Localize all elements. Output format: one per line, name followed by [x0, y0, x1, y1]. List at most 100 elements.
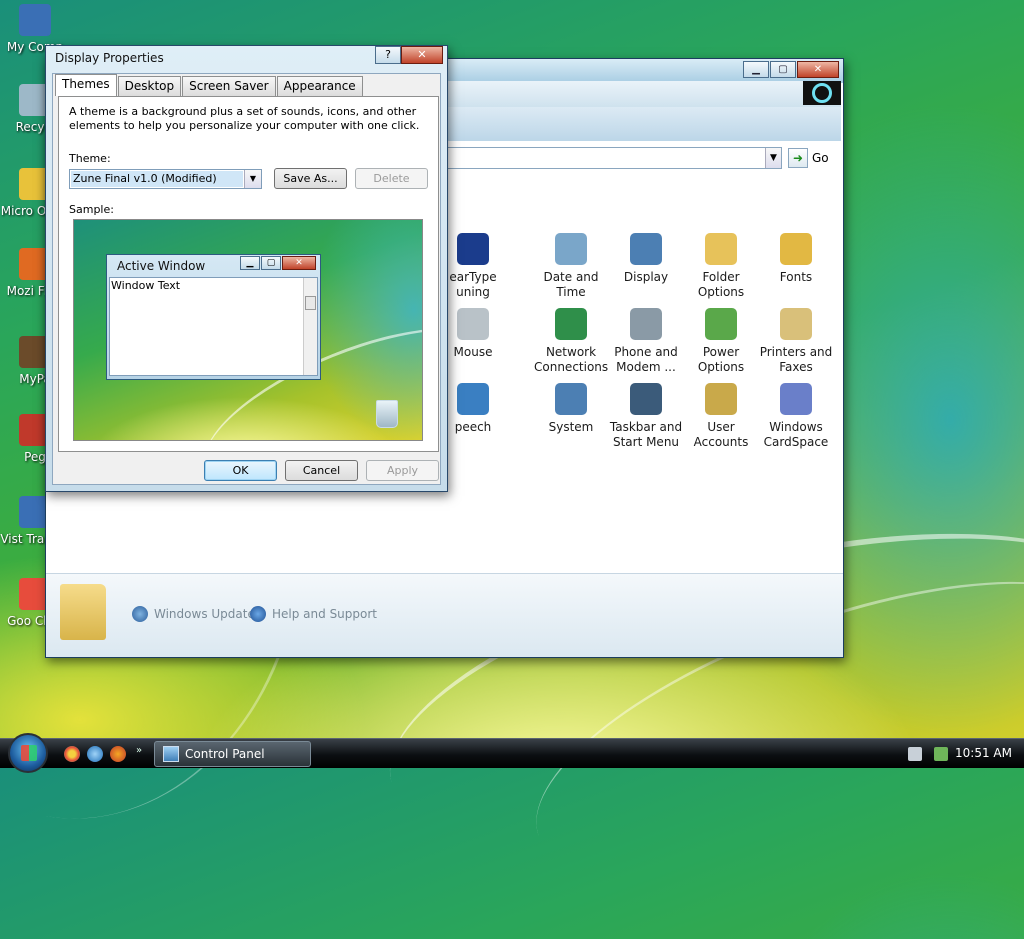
windows-update-icon [132, 606, 148, 622]
address-bar[interactable]: ▼ [446, 147, 782, 169]
network-tray-icon[interactable] [908, 747, 922, 761]
control-panel-item-label: Phone and Modem ... [614, 345, 678, 374]
help-and-support-link[interactable]: Help and Support [250, 606, 377, 622]
control-panel-item[interactable]: Windows CardSpace [759, 383, 833, 450]
preview-close-icon: ✕ [282, 256, 316, 270]
cancel-button[interactable]: Cancel [285, 460, 358, 481]
control-panel-item[interactable]: User Accounts [684, 383, 758, 450]
firefox-quicklaunch-icon[interactable] [110, 746, 126, 762]
control-panel-item[interactable]: Date and Time [534, 233, 608, 300]
control-panel-item-label: User Accounts [693, 420, 749, 449]
control-panel-item-label: Display [623, 270, 669, 284]
phone-icon [630, 308, 662, 340]
cardspace-icon [780, 383, 812, 415]
power-icon [705, 308, 737, 340]
preview-scrollbar [303, 278, 317, 375]
network-icon [555, 308, 587, 340]
tab-screen-saver[interactable]: Screen Saver [182, 76, 276, 96]
tab-desktop[interactable]: Desktop [117, 76, 182, 96]
theme-preview: Active Window ▁ ▢ ✕ Window Text [73, 219, 423, 441]
chevron-down-icon[interactable]: ▼ [244, 170, 261, 188]
go-button[interactable]: ➜ Go [788, 147, 829, 169]
update-tray-icon[interactable] [934, 747, 948, 761]
apply-button[interactable]: Apply [366, 460, 439, 481]
taskbar-icon [630, 383, 662, 415]
system-icon [555, 383, 587, 415]
themes-panel: A theme is a background plus a set of so… [58, 96, 439, 452]
theme-select-value: Zune Final v1.0 (Modified) [71, 171, 243, 187]
control-panel-item-label: peech [454, 420, 492, 434]
save-as-button[interactable]: Save As... [274, 168, 347, 189]
windows-update-link[interactable]: Windows Update [132, 606, 255, 622]
tab-themes[interactable]: Themes [55, 74, 117, 96]
maximize-button[interactable]: ▢ [770, 61, 796, 78]
folder-icon [60, 584, 106, 640]
control-panel-item[interactable]: Fonts [759, 233, 833, 285]
control-panel-item-label: Taskbar and Start Menu [609, 420, 683, 449]
start-button[interactable] [8, 733, 48, 773]
recycle-bin-icon [376, 400, 398, 428]
control-panel-toolbar [446, 107, 841, 141]
control-panel-item[interactable]: Phone and Modem ... [609, 308, 683, 375]
help-and-support-label: Help and Support [272, 607, 377, 621]
preview-window-text: Window Text [111, 279, 181, 292]
dialog-close-button[interactable]: ✕ [401, 46, 443, 64]
speech-icon [457, 383, 489, 415]
monitor-icon [630, 233, 662, 265]
address-dropdown-icon[interactable]: ▼ [765, 148, 781, 168]
theme-select[interactable]: Zune Final v1.0 (Modified) ▼ [69, 169, 262, 189]
preview-scroll-thumb [305, 296, 316, 310]
control-panel-item[interactable]: System [534, 383, 608, 435]
quicklaunch-overflow-icon[interactable]: » [136, 745, 142, 756]
preview-window-title: Active Window [117, 259, 206, 273]
help-icon [250, 606, 266, 622]
control-panel-item-label: Folder Options [697, 270, 745, 299]
windows-logo [803, 81, 841, 105]
control-panel-menu-bar [446, 81, 841, 107]
close-button[interactable]: ✕ [797, 61, 839, 78]
display-properties-dialog[interactable]: Display Properties ? ✕ Themes Desktop Sc… [45, 45, 448, 492]
control-panel-item[interactable]: Printers and Faxes [759, 308, 833, 375]
control-panel-item[interactable]: Taskbar and Start Menu [609, 383, 683, 450]
system-tray: 10:51 AM [904, 739, 1024, 769]
control-panel-item[interactable]: Network Connections [534, 308, 608, 375]
go-label: Go [812, 151, 829, 165]
tab-appearance[interactable]: Appearance [276, 76, 363, 96]
control-panel-item[interactable]: Folder Options [684, 233, 758, 300]
printer-icon [780, 308, 812, 340]
preview-maximize-icon: ▢ [261, 256, 281, 270]
preview-minimize-icon: ▁ [240, 256, 260, 270]
control-panel-icon [163, 746, 179, 762]
taskbar-control-panel-button[interactable]: Control Panel [154, 741, 311, 767]
delete-button[interactable]: Delete [355, 168, 428, 189]
control-panel-item-label: Date and Time [543, 270, 599, 299]
clock[interactable]: 10:51 AM [955, 746, 1012, 760]
users-icon [705, 383, 737, 415]
windows-update-label: Windows Update [154, 607, 255, 621]
help-button[interactable]: ? [375, 46, 401, 64]
dialog-body: Themes Desktop Screen Saver Appearance A… [52, 73, 441, 485]
details-pane: Windows Update Help and Support [46, 573, 843, 657]
control-panel-item-label: Windows CardSpace [763, 420, 829, 449]
preview-window-client: Window Text [109, 277, 318, 376]
control-panel-item-label: Mouse [453, 345, 493, 359]
sample-label: Sample: [69, 203, 114, 216]
taskbar-button-label: Control Panel [185, 747, 265, 761]
go-arrow-icon: ➜ [788, 148, 808, 168]
internet-explorer-icon[interactable] [87, 746, 103, 762]
control-panel-item[interactable]: Display [609, 233, 683, 285]
control-panel-item[interactable]: Power Options [684, 308, 758, 375]
windows-flag-icon [21, 745, 37, 761]
control-panel-item-label: System [548, 420, 594, 434]
folder-check-icon [705, 233, 737, 265]
clock-icon [555, 233, 587, 265]
ok-button[interactable]: OK [204, 460, 277, 481]
minimize-button[interactable]: ▁ [743, 61, 769, 78]
cleartype-icon [457, 233, 489, 265]
fonts-icon [780, 233, 812, 265]
control-panel-item-label: Printers and Faxes [759, 345, 833, 374]
control-panel-item-label: Power Options [697, 345, 745, 374]
chrome-quicklaunch-icon[interactable] [64, 746, 80, 762]
preview-active-window: Active Window ▁ ▢ ✕ Window Text [106, 254, 321, 380]
control-panel-item-label: earType uning [449, 270, 497, 299]
